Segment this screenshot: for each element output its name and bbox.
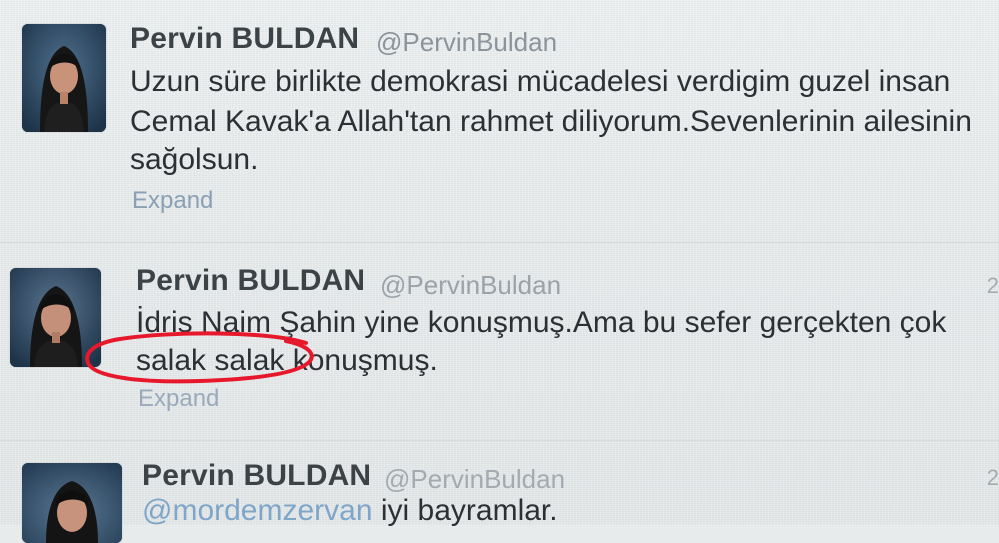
tweet-time[interactable]: 2 — [987, 273, 999, 299]
tweet-text-line-1: @mordemzervan iyi bayramlar. — [142, 491, 558, 531]
author-handle[interactable]: @PervinBuldan — [380, 270, 561, 301]
mention-link[interactable]: @mordemzervan — [142, 494, 373, 527]
expand-link[interactable]: Expand — [138, 385, 219, 413]
tweet-text-line-2: salak salak konuşmuş. — [136, 344, 438, 377]
twitter-timeline-screen: Pervin BULDAN @PervinBuldan Uzun süre bi… — [0, 0, 999, 543]
profile-photo-icon — [22, 463, 122, 543]
author-name[interactable]: Pervin BULDAN — [130, 22, 359, 56]
avatar[interactable] — [22, 463, 122, 543]
tweet-text-line-1: İdris Naim Şahin yine konuşmuş.Ama bu se… — [136, 306, 947, 339]
tweet-time[interactable]: 2 — [987, 465, 999, 491]
profile-photo-icon — [22, 24, 106, 132]
tweet-text-line-1: Uzun süre birlikte demokrasi mücadelesi … — [130, 65, 951, 98]
tweet-text-line-3: sağolsun. — [130, 143, 259, 176]
author-handle[interactable]: @PervinBuldan — [376, 27, 557, 58]
author-name[interactable]: Pervin BULDAN — [142, 459, 371, 493]
tweet-2[interactable]: Pervin BULDAN @PervinBuldan İdris Naim Ş… — [0, 243, 999, 440]
tweet-3[interactable]: Pervin BULDAN @PervinBuldan @mordemzerva… — [0, 441, 999, 543]
profile-photo-icon — [10, 268, 101, 367]
avatar[interactable] — [22, 24, 106, 132]
author-name[interactable]: Pervin BULDAN — [136, 264, 365, 298]
tweet-text-rest: iyi bayramlar. — [372, 494, 558, 527]
avatar[interactable] — [10, 268, 101, 367]
expand-link[interactable]: Expand — [132, 187, 213, 215]
tweet-text-line-2: Cemal Kavak'a Allah'tan rahmet diliyorum… — [130, 105, 972, 138]
tweet-1[interactable]: Pervin BULDAN @PervinBuldan Uzun süre bi… — [0, 0, 999, 245]
